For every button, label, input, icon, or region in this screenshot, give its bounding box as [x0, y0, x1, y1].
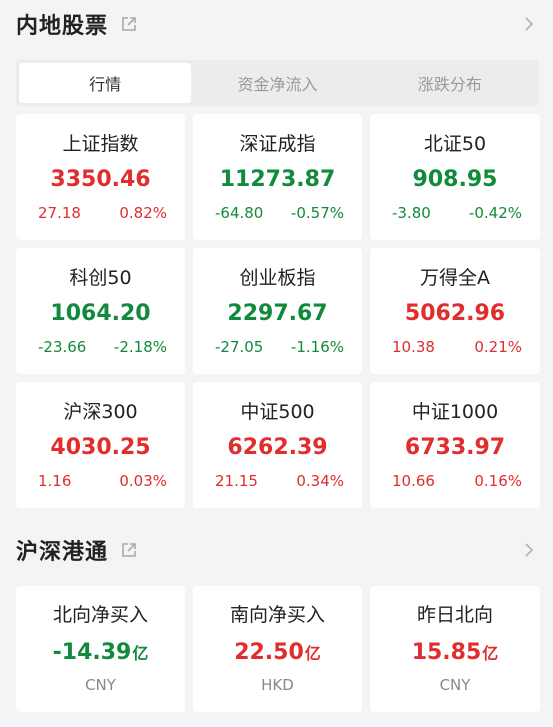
connect-grid: 北向净买入 -14.39 亿 CNY 南向净买入 22.50 亿 HKD 昨日北向 …	[16, 586, 540, 712]
flow-name: 北向净买入	[52, 604, 148, 626]
index-changes: -27.05 -1.16%	[193, 338, 362, 356]
flow-unit: 亿	[132, 644, 149, 663]
tab-bar: 行情 资金净流入 涨跌分布	[16, 60, 539, 106]
index-card[interactable]: 科创50 1064.20 -23.66 -2.18%	[16, 248, 185, 374]
index-value: 908.95	[412, 167, 498, 192]
flow-name: 昨日北向	[416, 604, 493, 626]
flow-value-row: 22.50 亿	[234, 638, 321, 668]
chevron-right-icon[interactable]	[523, 15, 535, 33]
index-changes: -64.80 -0.57%	[193, 204, 362, 222]
flow-value-row: 15.85 亿	[412, 638, 499, 668]
index-card[interactable]: 北证50 908.95 -3.80 -0.42%	[370, 114, 540, 240]
index-value: 6262.39	[227, 435, 328, 460]
flow-unit: 亿	[304, 644, 321, 663]
index-change: -64.80	[215, 204, 264, 222]
index-card[interactable]: 创业板指 2297.67 -27.05 -1.16%	[193, 248, 362, 374]
index-changes: 21.15 0.34%	[193, 472, 362, 490]
index-change: 1.16	[38, 472, 72, 490]
flow-card[interactable]: 北向净买入 -14.39 亿 CNY	[16, 586, 185, 712]
flow-value: -14.39	[52, 640, 132, 665]
tab-quotes[interactable]: 行情	[19, 63, 192, 103]
index-pct: 0.21%	[474, 338, 522, 356]
index-changes: 10.38 0.21%	[370, 338, 540, 356]
index-changes: 1.16 0.03%	[16, 472, 185, 490]
index-changes: 10.66 0.16%	[370, 472, 540, 490]
external-link-icon[interactable]	[120, 15, 138, 33]
section-title: 内地股票	[16, 14, 109, 39]
index-pct: 0.16%	[474, 472, 522, 490]
index-name: 中证500	[240, 401, 315, 423]
flow-card[interactable]: 昨日北向 15.85 亿 CNY	[370, 586, 540, 712]
tab-distribution[interactable]: 涨跌分布	[364, 63, 536, 103]
connect-header[interactable]: 沪深港通	[0, 526, 553, 574]
index-card[interactable]: 上证指数 3350.46 27.18 0.82%	[16, 114, 185, 240]
index-pct: -1.16%	[290, 338, 344, 356]
index-name: 北证50	[423, 133, 487, 155]
flow-value: 22.50	[234, 640, 304, 665]
index-changes: 27.18 0.82%	[16, 204, 185, 222]
external-link-icon[interactable]	[120, 541, 138, 559]
index-change: -27.05	[215, 338, 264, 356]
stock-connect-section: 沪深港通 北向净买入 -14.39 亿 CNY 南向净买入 22.50 亿 HK…	[0, 526, 553, 712]
index-pct: 0.03%	[119, 472, 167, 490]
index-value: 2297.67	[227, 301, 328, 326]
index-change: 10.66	[392, 472, 435, 490]
flow-currency: CNY	[439, 676, 471, 694]
flow-name: 南向净买入	[229, 604, 325, 626]
index-value: 3350.46	[50, 167, 151, 192]
chevron-right-icon[interactable]	[523, 541, 535, 559]
index-value: 4030.25	[50, 435, 151, 460]
index-pct: 0.82%	[119, 204, 167, 222]
index-name: 创业板指	[239, 267, 316, 289]
index-grid: 上证指数 3350.46 27.18 0.82% 深证成指 11273.87 -…	[16, 114, 540, 508]
index-pct: -0.42%	[468, 204, 522, 222]
index-card[interactable]: 中证500 6262.39 21.15 0.34%	[193, 382, 362, 508]
index-name: 万得全A	[420, 267, 490, 289]
index-name: 沪深300	[63, 401, 138, 423]
index-card[interactable]: 深证成指 11273.87 -64.80 -0.57%	[193, 114, 362, 240]
index-value: 6733.97	[404, 435, 506, 460]
index-name: 深证成指	[239, 133, 316, 155]
flow-value-row: -14.39 亿	[53, 638, 149, 668]
flow-card[interactable]: 南向净买入 22.50 亿 HKD	[193, 586, 362, 712]
index-pct: 0.34%	[296, 472, 344, 490]
index-value: 11273.87	[219, 167, 336, 192]
tab-net-inflow[interactable]: 资金净流入	[191, 63, 363, 103]
index-pct: -2.18%	[113, 338, 167, 356]
index-value: 5062.96	[404, 301, 506, 326]
flow-unit: 亿	[482, 644, 499, 663]
index-card[interactable]: 万得全A 5062.96 10.38 0.21%	[370, 248, 540, 374]
index-change: -3.80	[392, 204, 431, 222]
flow-value: 15.85	[411, 640, 482, 665]
index-name: 中证1000	[411, 401, 499, 423]
index-name: 科创50	[69, 267, 132, 289]
section-title: 沪深港通	[16, 540, 109, 565]
index-change: -23.66	[38, 338, 87, 356]
mainland-header[interactable]: 内地股票	[0, 0, 553, 48]
index-change: 27.18	[38, 204, 81, 222]
index-value: 1064.20	[50, 301, 151, 326]
index-changes: -3.80 -0.42%	[370, 204, 540, 222]
mainland-stocks-section: 内地股票 行情 资金净流入 涨跌分布 上证指数 3350.46 27.18 0.…	[0, 0, 553, 508]
index-change: 21.15	[215, 472, 258, 490]
flow-currency: HKD	[261, 676, 294, 694]
flow-currency: CNY	[85, 676, 116, 694]
index-pct: -0.57%	[290, 204, 344, 222]
index-card[interactable]: 沪深300 4030.25 1.16 0.03%	[16, 382, 185, 508]
index-change: 10.38	[392, 338, 435, 356]
index-card[interactable]: 中证1000 6733.97 10.66 0.16%	[370, 382, 540, 508]
index-changes: -23.66 -2.18%	[16, 338, 185, 356]
index-name: 上证指数	[62, 133, 139, 155]
